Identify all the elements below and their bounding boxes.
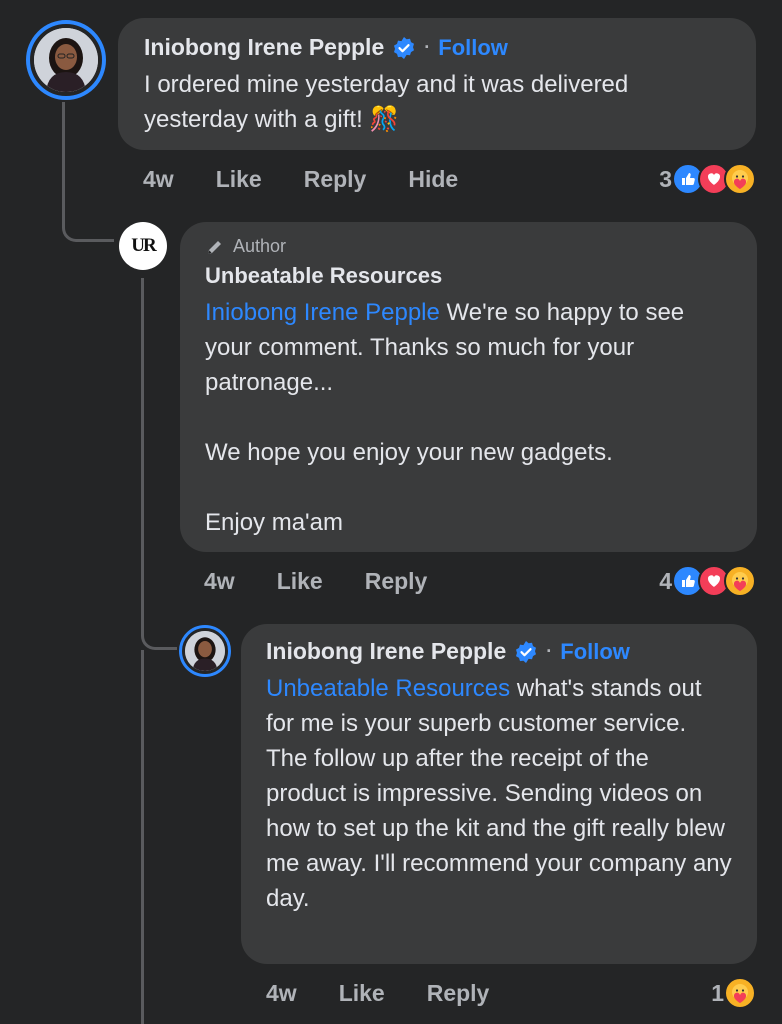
thread-connector (141, 650, 144, 1024)
comment-actions: 4w Like Reply (204, 568, 469, 595)
reaction-summary[interactable]: 1 (711, 977, 756, 1009)
profile-photo (34, 28, 98, 92)
comment-text: I ordered mine yesterday and it was deli… (144, 71, 629, 133)
like-button[interactable]: Like (277, 568, 323, 595)
comment-text: what's stands out for me is your superb … (266, 675, 732, 912)
verified-badge-icon (516, 640, 537, 663)
comment-thread: Iniobong Irene Pepple · Follow I ordered… (0, 0, 782, 1024)
separator-dot: · (546, 641, 553, 661)
pencil-icon (208, 240, 221, 254)
reply-button[interactable]: Reply (365, 568, 428, 595)
care-reaction-icon (724, 565, 756, 597)
reaction-count: 4 (659, 567, 672, 594)
reply-button[interactable]: Reply (304, 166, 367, 193)
reaction-count: 3 (659, 165, 672, 192)
avatar[interactable] (179, 625, 231, 677)
comment-bubble: Iniobong Irene Pepple · Follow Unbeatabl… (241, 624, 757, 964)
comment-actions: 4w Like Reply (266, 980, 531, 1007)
hide-button[interactable]: Hide (408, 166, 458, 193)
care-reaction-icon (724, 977, 756, 1009)
verified-badge-icon (394, 36, 415, 59)
follow-button[interactable]: Follow (560, 639, 630, 665)
reply-button[interactable]: Reply (427, 980, 490, 1007)
brand-logo: UR (131, 235, 156, 256)
like-button[interactable]: Like (339, 980, 385, 1007)
commenter-name[interactable]: Iniobong Irene Pepple (266, 638, 506, 665)
avatar[interactable] (26, 20, 106, 100)
like-button[interactable]: Like (216, 166, 262, 193)
comment-bubble: Author Unbeatable Resources Iniobong Ire… (180, 222, 757, 552)
comment-text: Enjoy ma'am (205, 509, 343, 536)
comment-text: We hope you enjoy your new gadgets. (205, 439, 613, 466)
commenter-name[interactable]: Unbeatable Resources (205, 263, 732, 289)
timestamp[interactable]: 4w (204, 568, 235, 595)
thread-connector (62, 102, 114, 242)
commenter-name[interactable]: Iniobong Irene Pepple (144, 34, 384, 61)
timestamp[interactable]: 4w (266, 980, 297, 1007)
care-reaction-icon (724, 163, 756, 195)
author-label: Author (233, 236, 287, 256)
mention-link[interactable]: Unbeatable Resources (266, 675, 510, 702)
follow-button[interactable]: Follow (438, 35, 508, 61)
author-badge: Author (205, 236, 732, 257)
reaction-count: 1 (711, 979, 724, 1006)
reaction-summary[interactable]: 4 (659, 565, 756, 597)
timestamp[interactable]: 4w (143, 166, 174, 193)
mention-link[interactable]: Iniobong Irene Pepple (205, 299, 440, 326)
thread-connector (141, 278, 177, 650)
avatar[interactable]: UR (119, 222, 167, 270)
profile-photo (185, 631, 225, 671)
separator-dot: · (424, 37, 431, 57)
comment-actions: 4w Like Reply Hide (143, 166, 500, 193)
comment-bubble: Iniobong Irene Pepple · Follow I ordered… (118, 18, 756, 150)
reaction-summary[interactable]: 3 (659, 163, 756, 195)
